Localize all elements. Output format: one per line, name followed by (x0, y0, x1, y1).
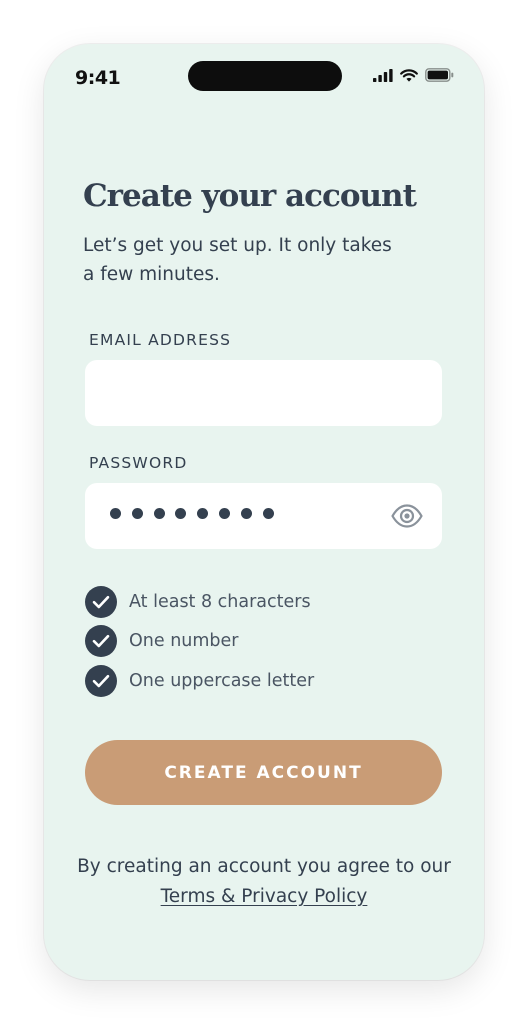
password-mask-dot (153, 508, 165, 519)
status-time: 9:41 (75, 67, 121, 89)
password-mask-dot (218, 508, 230, 519)
check-circle-icon (85, 625, 117, 657)
password-mask-dot (240, 508, 252, 519)
status-icons (373, 68, 454, 82)
eye-icon[interactable] (390, 502, 424, 530)
password-mask-dot (110, 508, 121, 519)
battery-icon (425, 68, 454, 82)
password-mask (110, 508, 274, 519)
create-account-button[interactable]: CREATE ACCOUNT (85, 740, 442, 805)
email-label: EMAIL ADDRESS (89, 331, 232, 349)
requirement-item: At least 8 characters (85, 586, 311, 618)
dynamic-island (188, 61, 342, 91)
password-mask-dot (197, 508, 209, 519)
email-field[interactable] (85, 360, 442, 426)
check-circle-icon (85, 586, 117, 618)
phone-screen: 9:41 Create your account Let’s get you s… (44, 44, 484, 980)
requirement-label: At least 8 characters (129, 592, 311, 612)
legal-text: By creating an account you agree to our … (64, 852, 464, 912)
password-field[interactable] (85, 483, 442, 549)
wifi-icon (400, 68, 418, 82)
password-mask-dot (131, 508, 143, 519)
cellular-signal-icon (373, 68, 393, 82)
password-label: PASSWORD (89, 454, 188, 472)
password-mask-dot (262, 508, 274, 519)
requirement-label: One number (129, 631, 239, 651)
requirement-item: One number (85, 625, 239, 657)
requirement-label: One uppercase letter (129, 671, 315, 691)
legal-prefix: By creating an account you agree to our (77, 856, 451, 877)
requirement-item: One uppercase letter (85, 665, 314, 697)
page-title: Create your account (83, 178, 417, 214)
password-mask-dot (175, 508, 187, 519)
check-circle-icon (85, 665, 117, 697)
email-field-container (85, 360, 442, 426)
page-subtitle: Let’s get you set up. It only takes a fe… (83, 235, 392, 285)
terms-privacy-link[interactable]: Terms & Privacy Policy (161, 886, 368, 907)
